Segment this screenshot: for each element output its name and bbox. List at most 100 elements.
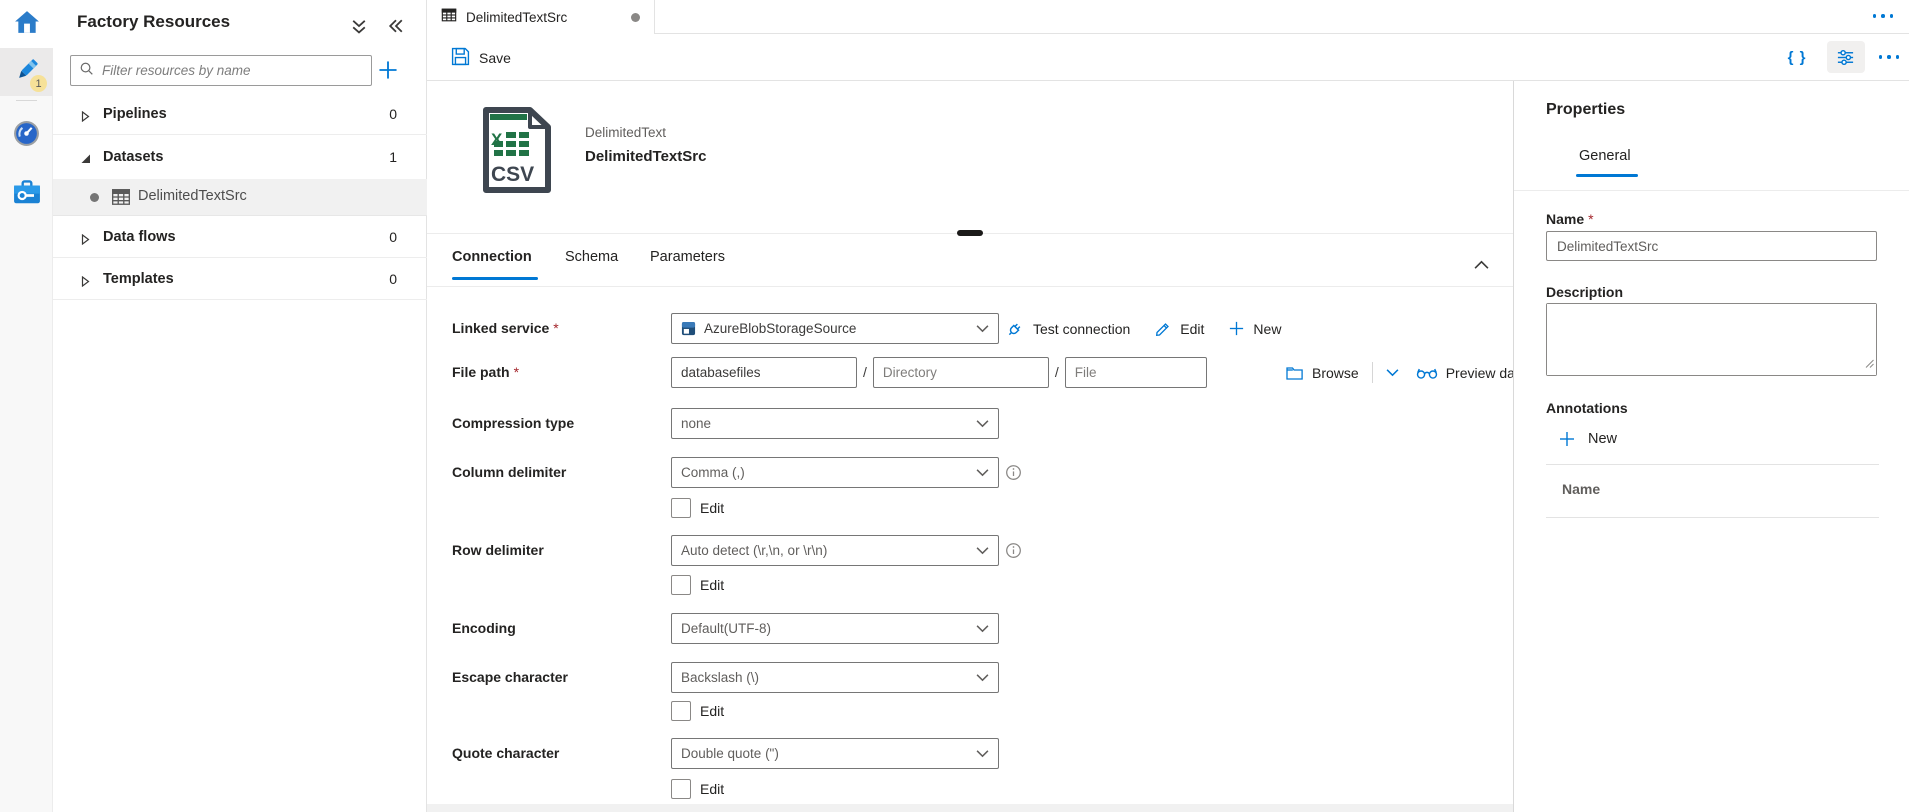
tab-delimitedtextsrc[interactable]: DelimitedTextSrc xyxy=(427,0,655,34)
tab-schema[interactable]: Schema xyxy=(565,249,618,265)
nav-monitor[interactable] xyxy=(0,112,53,160)
browse-button[interactable]: Browse xyxy=(1285,365,1359,381)
quote-character-value: Double quote (") xyxy=(681,746,976,761)
escape-character-label: Escape character xyxy=(452,662,568,693)
nav-manage[interactable] xyxy=(0,170,53,218)
description-textarea[interactable] xyxy=(1547,304,1876,375)
escape-character-edit-checkbox[interactable]: Edit xyxy=(671,700,724,722)
linked-service-actions: Test connection Edit New xyxy=(1005,313,1281,344)
csv-badge-text: CSV xyxy=(491,163,534,186)
new-linked-service-button[interactable]: New xyxy=(1228,320,1281,337)
tab-connection[interactable]: Connection xyxy=(452,249,532,265)
directory-input[interactable] xyxy=(873,357,1049,388)
horizontal-scrollbar[interactable] xyxy=(427,804,1513,812)
row-delimiter-edit-checkbox[interactable]: Edit xyxy=(671,574,724,596)
escape-character-dropdown[interactable]: Backslash (\) xyxy=(671,662,999,693)
chevron-right-icon[interactable] xyxy=(80,109,91,120)
quote-character-edit-checkbox[interactable]: Edit xyxy=(671,778,724,800)
test-connection-button[interactable]: Test connection xyxy=(1005,319,1130,339)
encoding-dropdown[interactable]: Default(UTF-8) xyxy=(671,613,999,644)
tree-section-templates[interactable]: Templates 0 xyxy=(53,259,427,300)
row-delimiter-label: Row delimiter xyxy=(452,535,544,566)
checkbox-icon[interactable] xyxy=(671,575,691,595)
tree-section-dataflows[interactable]: Data flows 0 xyxy=(53,217,427,258)
search-icon xyxy=(79,61,94,81)
tree-item-delimitedtextsrc[interactable]: DelimitedTextSrc xyxy=(53,179,427,216)
collapse-section-icon[interactable] xyxy=(1474,257,1489,267)
preview-data-button[interactable]: Preview data xyxy=(1416,365,1513,381)
editor-toolbar: Save { } xyxy=(427,34,1909,81)
chevron-right-icon[interactable] xyxy=(80,232,91,243)
tree-section-pipelines[interactable]: Pipelines 0 xyxy=(53,94,427,135)
row-delimiter-dropdown[interactable]: Auto detect (\r,\n, or \r\n) xyxy=(671,535,999,566)
chevron-right-icon[interactable] xyxy=(80,274,91,285)
column-delimiter-dropdown[interactable]: Comma (,) xyxy=(671,457,999,488)
splitter-drag-handle[interactable] xyxy=(957,230,983,236)
chevron-down-icon xyxy=(976,620,989,638)
nav-home[interactable] xyxy=(0,0,53,48)
sidebar-title: Factory Resources xyxy=(77,12,230,32)
nav-author[interactable]: 1 xyxy=(0,48,53,96)
checkbox-icon[interactable] xyxy=(671,701,691,721)
annotations-divider xyxy=(1546,464,1879,465)
container-input[interactable] xyxy=(671,357,857,388)
encoding-label: Encoding xyxy=(452,613,516,644)
annotations-label: Annotations xyxy=(1546,400,1628,416)
tab-parameters[interactable]: Parameters xyxy=(650,249,725,265)
name-label: Name* xyxy=(1546,211,1594,227)
left-nav-rail: 1 xyxy=(0,0,53,812)
tab-general[interactable]: General xyxy=(1579,148,1631,164)
edit-linked-service-button[interactable]: Edit xyxy=(1154,320,1204,338)
chevron-down-icon xyxy=(976,415,989,433)
checkbox-icon[interactable] xyxy=(671,498,691,518)
file-path-label: File path* xyxy=(452,357,519,388)
dataset-editor: X CSV DelimitedText DelimitedTextSrc Con… xyxy=(427,81,1513,812)
checkbox-icon[interactable] xyxy=(671,779,691,799)
dataset-table-icon xyxy=(441,7,457,28)
add-resource-button[interactable] xyxy=(377,59,401,83)
filter-resources-input[interactable] xyxy=(102,63,363,78)
tab-overflow-menu-icon[interactable] xyxy=(1873,14,1894,18)
chevron-expanded-icon[interactable] xyxy=(80,151,91,162)
resize-grip-icon[interactable] xyxy=(1865,355,1874,373)
tree-item-label: DelimitedTextSrc xyxy=(138,188,247,204)
collapse-all-icon[interactable] xyxy=(350,17,368,35)
column-delimiter-edit-checkbox[interactable]: Edit xyxy=(671,497,724,519)
chevron-down-icon xyxy=(976,464,989,482)
tree-count: 0 xyxy=(389,271,397,287)
chevron-down-icon xyxy=(976,320,989,338)
settings-sliders-button[interactable] xyxy=(1827,41,1865,73)
save-icon xyxy=(451,47,470,69)
column-delimiter-label: Column delimiter xyxy=(452,457,566,488)
add-annotation-button[interactable]: New xyxy=(1558,430,1617,448)
pending-changes-badge: 1 xyxy=(30,75,47,92)
toolbox-icon xyxy=(13,179,41,210)
browse-split-chevron[interactable] xyxy=(1386,368,1399,377)
info-icon[interactable] xyxy=(1005,542,1022,559)
toolbar-right-actions: { } xyxy=(1782,41,1899,73)
quote-character-dropdown[interactable]: Double quote (") xyxy=(671,738,999,769)
info-icon[interactable] xyxy=(1005,464,1022,481)
panel-divider xyxy=(1514,190,1909,191)
dataset-name-input[interactable] xyxy=(1546,231,1877,261)
csv-file-icon: X CSV xyxy=(478,106,556,199)
row-delimiter-value: Auto detect (\r,\n, or \r\n) xyxy=(681,543,976,558)
file-input[interactable] xyxy=(1065,357,1207,388)
chevron-down-icon xyxy=(976,542,989,560)
rail-divider xyxy=(16,100,37,101)
unsaved-indicator-dot xyxy=(631,13,640,22)
linked-service-dropdown[interactable]: AzureBlobStorageSource xyxy=(671,313,999,344)
description-field xyxy=(1546,303,1877,376)
collapse-sidebar-icon[interactable] xyxy=(387,17,405,35)
code-view-button[interactable]: { } xyxy=(1782,45,1813,70)
tree-section-datasets[interactable]: Datasets 1 xyxy=(53,136,427,177)
chevron-down-icon xyxy=(976,669,989,687)
save-button[interactable]: Save xyxy=(451,43,511,72)
compression-type-dropdown[interactable]: none xyxy=(671,408,999,439)
toolbar-overflow-menu-icon[interactable] xyxy=(1879,55,1900,59)
path-separator: / xyxy=(857,357,873,388)
home-icon xyxy=(14,10,40,39)
properties-title: Properties xyxy=(1546,101,1625,119)
save-label: Save xyxy=(479,50,511,66)
encoding-value: Default(UTF-8) xyxy=(681,621,976,636)
